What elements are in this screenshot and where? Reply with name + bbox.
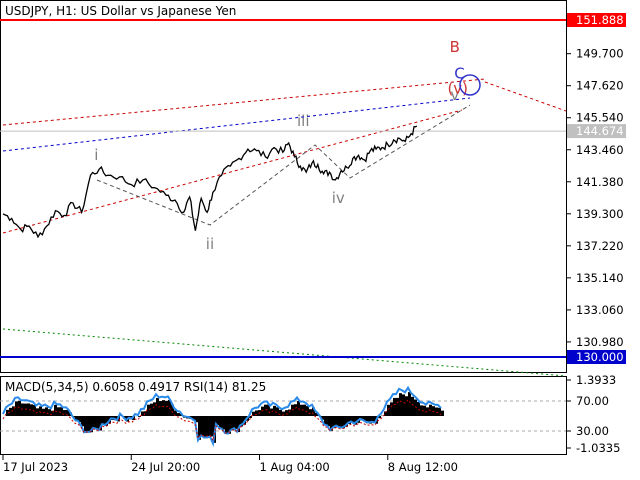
- macd-bar: [159, 401, 162, 416]
- price-tick-label: 141.380: [576, 175, 624, 189]
- price-tick-label: 143.460: [576, 143, 624, 157]
- macd-bar: [15, 401, 18, 416]
- macd-bar: [225, 416, 228, 434]
- macd-bar: [441, 410, 444, 416]
- macd-bar: [255, 410, 258, 416]
- macd-bar: [210, 416, 213, 437]
- macd-bar: [339, 416, 342, 428]
- time-tick-label: 17 Jul 2023: [3, 460, 68, 474]
- macd-bar: [204, 416, 207, 438]
- indicator-axis: 1.3933 70.00 30.00 -1.0335: [566, 373, 620, 455]
- macd-bar: [276, 407, 279, 416]
- macd-bar: [390, 402, 393, 416]
- price-tick-label: 147.620: [576, 79, 624, 93]
- chart-title: USDJPY, H1: US Dollar vs Japanese Yen: [5, 4, 236, 18]
- wave-label: B: [450, 38, 460, 56]
- macd-bar: [63, 410, 66, 416]
- support-level-label: 130.000: [576, 350, 624, 364]
- wave-label: iv: [332, 189, 345, 207]
- macd-bar: [387, 404, 390, 416]
- macd-bar: [411, 396, 414, 416]
- macd-bar: [165, 400, 168, 416]
- macd-bar: [54, 404, 57, 416]
- macd-bar: [21, 403, 24, 416]
- macd-bar: [279, 409, 282, 416]
- resistance-level-label: 151.888: [576, 13, 624, 27]
- price-tick-label: 133.060: [576, 303, 624, 317]
- macd-bar: [201, 416, 204, 436]
- macd-bar: [234, 416, 237, 429]
- macd-bar: [87, 416, 90, 433]
- macd-bar: [396, 397, 399, 416]
- macd-bar: [207, 416, 210, 438]
- wave-label: ii: [206, 235, 214, 253]
- macd-bar: [45, 407, 48, 416]
- macd-bar: [294, 404, 297, 416]
- time-axis: 17 Jul 2023 24 Jul 20:00 1 Aug 04:00 8 Aug …: [2, 455, 458, 474]
- macd-bar: [96, 416, 99, 430]
- macd-bar: [432, 406, 435, 416]
- time-tick-label: 8 Aug 12:00: [388, 460, 458, 474]
- macd-bar: [150, 403, 153, 416]
- macd-bar: [60, 407, 63, 416]
- price-tick-label: 135.140: [576, 271, 624, 285]
- macd-bar: [393, 397, 396, 416]
- price-tick-label: 130.980: [576, 335, 624, 349]
- price-tick-label: 137.220: [576, 239, 624, 253]
- wave-label: C: [454, 64, 464, 82]
- macd-bar: [399, 393, 402, 416]
- price-chart: USDJPY, H1: US Dollar vs Japanese Yen 14…: [0, 0, 626, 474]
- current-price-label: 144.674: [576, 124, 624, 138]
- macd-bar: [84, 416, 87, 433]
- macd-bar: [273, 405, 276, 416]
- macd-bar: [408, 392, 411, 416]
- main-plot-frame: [0, 0, 567, 373]
- macd-bar: [435, 407, 438, 416]
- macd-bar: [18, 400, 21, 416]
- price-tick-label: 149.700: [576, 47, 624, 61]
- macd-bar: [405, 396, 408, 416]
- indicator-tick-label: 30.00: [576, 424, 609, 438]
- macd-bar: [39, 406, 42, 416]
- macd-bar: [222, 416, 225, 430]
- time-tick-label: 1 Aug 04:00: [260, 460, 330, 474]
- indicator-title: MACD(5,34,5) 0.6058 0.4917 RSI(14) 81.25: [5, 380, 266, 394]
- macd-bar: [291, 404, 294, 416]
- macd-bar: [261, 406, 264, 416]
- wave-label: (v): [447, 80, 468, 98]
- price-tick-label: 145.540: [576, 111, 624, 125]
- macd-bar: [147, 404, 150, 416]
- macd-bar: [402, 394, 405, 416]
- time-tick-label: 24 Jul 20:00: [131, 460, 200, 474]
- price-tick-label: 139.300: [576, 207, 624, 221]
- macd-bar: [93, 416, 96, 429]
- macd-bar: [162, 400, 165, 416]
- macd-bar: [219, 416, 222, 429]
- indicator-tick-label: 1.3933: [576, 373, 616, 387]
- macd-bar: [288, 409, 291, 416]
- macd-bar: [177, 413, 180, 416]
- macd-bar: [270, 408, 273, 416]
- macd-bar: [309, 409, 312, 416]
- indicator-tick-label: -1.0335: [576, 441, 620, 455]
- macd-bar: [24, 403, 27, 416]
- macd-bar: [285, 410, 288, 416]
- indicator-tick-label: 70.00: [576, 394, 609, 408]
- price-axis: 149.700 147.620 145.540 143.460 141.380 139.3…: [566, 47, 624, 349]
- wave-label: iii: [297, 112, 310, 130]
- wave-label: i: [94, 146, 98, 164]
